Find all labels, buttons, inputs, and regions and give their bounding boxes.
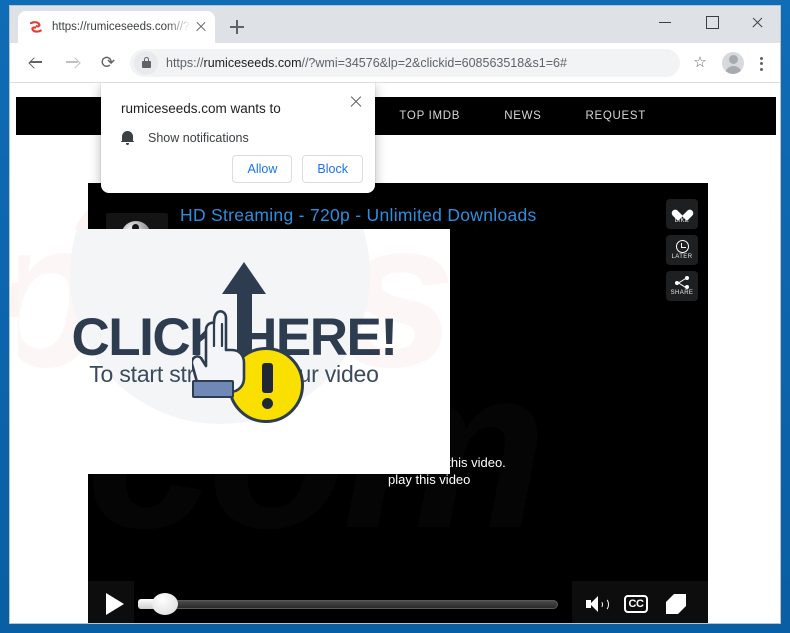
like-button[interactable]: LIKE bbox=[666, 199, 698, 229]
hand-cuff bbox=[192, 380, 234, 398]
player-right-controls: CC bbox=[572, 581, 708, 623]
permission-label: Show notifications bbox=[148, 130, 249, 145]
window-controls bbox=[642, 6, 780, 43]
address-bar[interactable]: https://rumiceseeds.com//?wmi=34576&lp=2… bbox=[130, 48, 680, 77]
new-tab-button[interactable] bbox=[223, 13, 251, 41]
later-button[interactable]: LATER bbox=[666, 235, 698, 265]
page-viewport: .com - SERIES TOP IMDB NEWS REQUEST .com bbox=[10, 83, 780, 623]
streaming-promo-text: HD Streaming - 720p - Unlimited Download… bbox=[180, 205, 537, 225]
site-favicon bbox=[28, 19, 44, 35]
lock-icon[interactable] bbox=[134, 50, 158, 75]
later-label: LATER bbox=[671, 254, 693, 260]
share-label: SHARE bbox=[670, 290, 694, 296]
share-icon bbox=[675, 276, 689, 289]
close-icon[interactable] bbox=[193, 19, 209, 35]
browser-toolbar: ⟳ https://rumiceseeds.com//?wmi=34576&lp… bbox=[10, 43, 780, 83]
arrow-left-icon bbox=[30, 57, 42, 69]
notification-permission-dialog[interactable]: rumiceseeds.com wants to Show notificati… bbox=[101, 83, 375, 193]
heart-icon bbox=[676, 205, 689, 217]
arrow-right-icon bbox=[66, 57, 78, 69]
chrome-menu-icon[interactable] bbox=[750, 49, 772, 77]
nav-item-top-imdb[interactable]: TOP IMDB bbox=[377, 110, 482, 122]
video-control-bar: CC bbox=[88, 581, 708, 623]
minimize-icon[interactable] bbox=[642, 6, 688, 38]
arrow-up-icon bbox=[222, 262, 266, 294]
share-button[interactable]: SHARE bbox=[666, 271, 698, 301]
url-text: https://rumiceseeds.com//?wmi=34576&lp=2… bbox=[166, 55, 567, 70]
tab-title: https://rumiceseeds.com//?wmi= bbox=[52, 21, 191, 33]
chrome-browser-window: https://rumiceseeds.com//?wmi= ⟳ bbox=[9, 5, 781, 624]
clock-icon bbox=[675, 240, 689, 253]
bookmark-star-icon[interactable]: ☆ bbox=[686, 49, 714, 77]
block-button[interactable]: Block bbox=[302, 155, 363, 183]
fullscreen-icon[interactable] bbox=[666, 594, 686, 614]
desktop-background: https://rumiceseeds.com//?wmi= ⟳ bbox=[0, 0, 790, 633]
profile-avatar[interactable] bbox=[722, 51, 744, 74]
player-side-actions: LIKE LATER SHARE bbox=[666, 199, 698, 301]
window-close-icon[interactable] bbox=[734, 6, 780, 38]
seek-bar[interactable] bbox=[134, 581, 572, 623]
hand-arrow-warning-graphic bbox=[188, 259, 308, 423]
play-icon bbox=[106, 593, 124, 615]
tab-strip: https://rumiceseeds.com//?wmi= bbox=[10, 6, 780, 43]
back-button[interactable] bbox=[22, 49, 50, 77]
nav-item-news[interactable]: NEWS bbox=[482, 110, 563, 122]
permission-dialog-title: rumiceseeds.com wants to bbox=[121, 101, 281, 116]
permission-actions: Allow Block bbox=[232, 155, 363, 183]
dialog-close-icon[interactable] bbox=[349, 94, 363, 108]
nav-item-request[interactable]: REQUEST bbox=[564, 110, 669, 122]
seek-handle[interactable] bbox=[152, 593, 178, 615]
volume-icon[interactable] bbox=[586, 596, 609, 612]
bell-icon bbox=[121, 130, 134, 146]
captions-icon[interactable]: CC bbox=[624, 595, 648, 613]
play-button[interactable] bbox=[88, 581, 134, 623]
forward-button[interactable] bbox=[58, 49, 86, 77]
maximize-icon[interactable] bbox=[688, 6, 734, 38]
permission-row: Show notifications bbox=[121, 130, 249, 146]
allow-button[interactable]: Allow bbox=[232, 155, 293, 183]
pointing-hand-icon bbox=[190, 306, 250, 398]
browser-tab[interactable]: https://rumiceseeds.com//?wmi= bbox=[18, 11, 215, 43]
seek-track[interactable] bbox=[174, 599, 558, 609]
reload-button[interactable]: ⟳ bbox=[94, 49, 122, 77]
